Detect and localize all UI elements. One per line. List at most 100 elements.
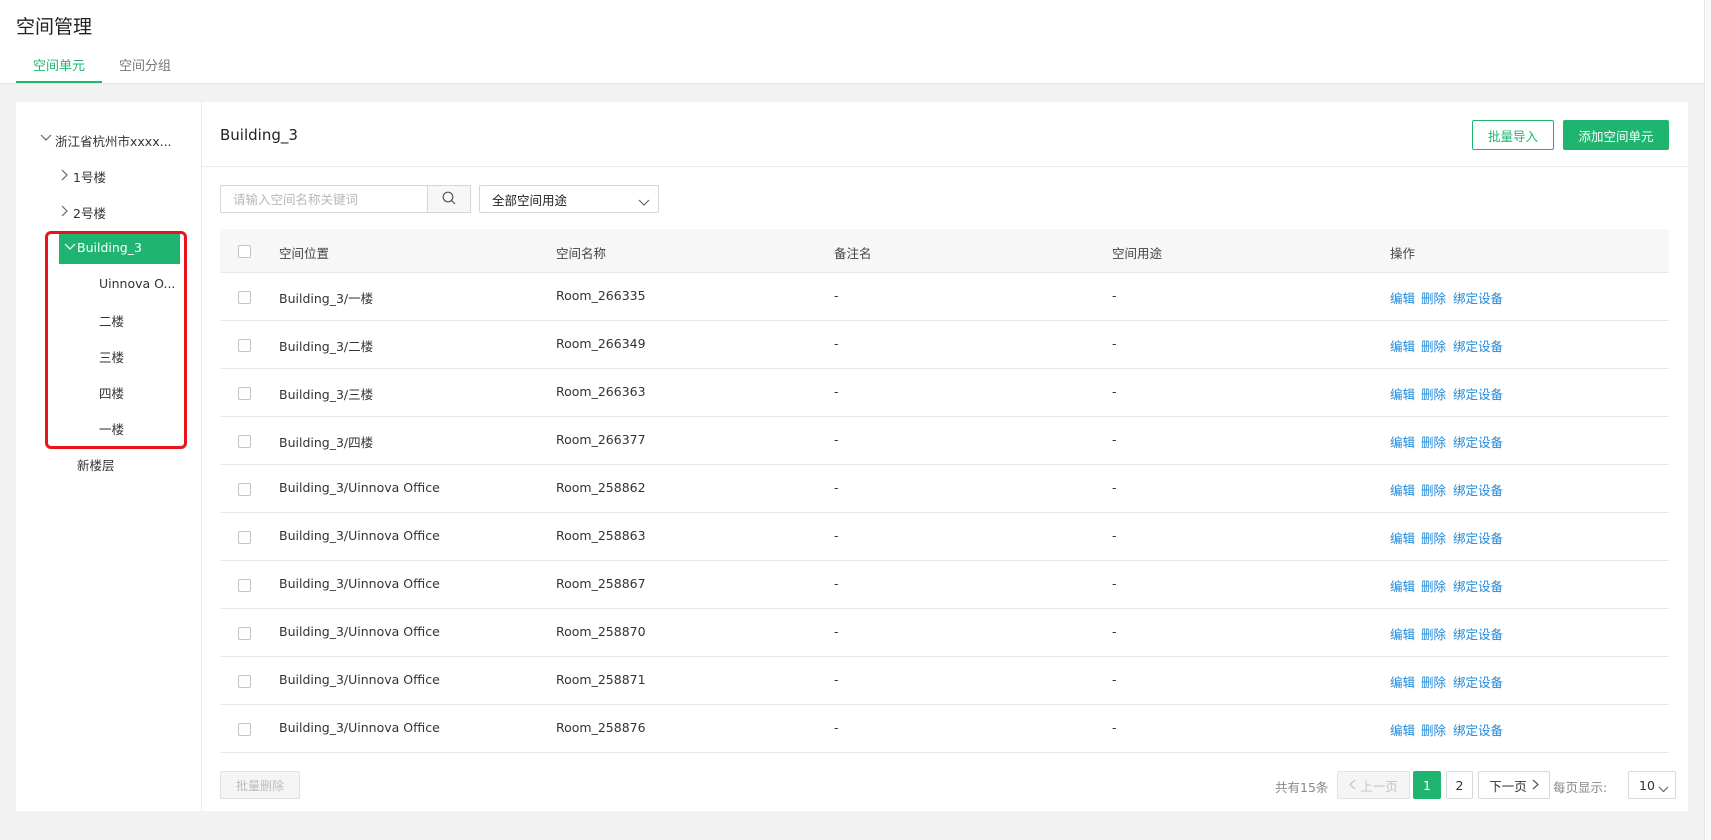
next-page-button[interactable]: 下一页 xyxy=(1478,771,1550,799)
row-checkbox[interactable] xyxy=(238,435,251,448)
cell-name: Room_258867 xyxy=(556,576,646,591)
chevron-down-icon xyxy=(64,243,76,252)
bind-device-link[interactable]: 绑定设备 xyxy=(1453,672,1503,691)
edit-link[interactable]: 编辑 xyxy=(1390,432,1415,451)
content-title: Building_3 xyxy=(220,126,298,144)
edit-link[interactable]: 编辑 xyxy=(1390,528,1415,547)
column-header: 空间用途 xyxy=(1112,246,1163,261)
tree-node-building-1[interactable]: 1号楼 xyxy=(61,167,106,186)
edit-link[interactable]: 编辑 xyxy=(1390,672,1415,691)
table-row: Building_3/Uinnova Office Room_258871 - … xyxy=(220,657,1669,705)
delete-link[interactable]: 删除 xyxy=(1421,672,1446,691)
bind-device-link[interactable]: 绑定设备 xyxy=(1453,432,1503,451)
tree-node-label: 2号楼 xyxy=(73,206,106,221)
delete-link[interactable]: 删除 xyxy=(1421,432,1446,451)
edit-link[interactable]: 编辑 xyxy=(1390,384,1415,403)
prev-page-button[interactable]: 上一页 xyxy=(1337,771,1410,799)
delete-link[interactable]: 删除 xyxy=(1421,480,1446,499)
search-input[interactable] xyxy=(220,185,428,213)
cell-location: Building_3/Uinnova Office xyxy=(279,624,440,639)
cell-remark: - xyxy=(834,624,839,639)
delete-link[interactable]: 删除 xyxy=(1421,384,1446,403)
delete-link[interactable]: 删除 xyxy=(1421,624,1446,643)
bind-device-link[interactable]: 绑定设备 xyxy=(1453,384,1503,403)
tab-label: 空间分组 xyxy=(118,59,171,74)
edit-link[interactable]: 编辑 xyxy=(1390,288,1415,307)
select-all-checkbox[interactable] xyxy=(238,245,251,258)
tree-node-label: 1号楼 xyxy=(73,170,106,185)
delete-link[interactable]: 删除 xyxy=(1421,720,1446,739)
cell-location: Building_3/一楼 xyxy=(279,291,374,306)
bind-device-link[interactable]: 绑定设备 xyxy=(1453,336,1503,355)
chevron-right-icon xyxy=(1532,778,1539,793)
delete-link[interactable]: 删除 xyxy=(1421,528,1446,547)
table-row: Building_3/Uinnova Office Room_258870 - … xyxy=(220,609,1669,657)
column-header: 备注名 xyxy=(834,246,872,261)
row-checkbox[interactable] xyxy=(238,291,251,304)
tree-child-floor-1[interactable]: 一楼 xyxy=(99,419,124,438)
page-scrollbar[interactable] xyxy=(1704,0,1711,840)
tab-space-group[interactable]: 空间分组 xyxy=(112,55,178,83)
tree-child-uinnova[interactable]: Uinnova O... xyxy=(99,276,175,291)
batch-delete-button[interactable]: 批量删除 xyxy=(220,771,300,799)
cell-location: Building_3/二楼 xyxy=(279,339,374,354)
total-count: 共有15条 xyxy=(1275,780,1329,795)
bind-device-link[interactable]: 绑定设备 xyxy=(1453,528,1503,547)
add-space-unit-button[interactable]: 添加空间单元 xyxy=(1563,120,1669,150)
tab-space-unit[interactable]: 空间单元 xyxy=(16,55,102,83)
bind-device-link[interactable]: 绑定设备 xyxy=(1453,576,1503,595)
bind-device-link[interactable]: 绑定设备 xyxy=(1453,624,1503,643)
row-checkbox[interactable] xyxy=(238,531,251,544)
cell-location: Building_3/Uinnova Office xyxy=(279,480,440,495)
edit-link[interactable]: 编辑 xyxy=(1390,336,1415,355)
page-1-button[interactable]: 1 xyxy=(1413,771,1441,799)
chevron-right-icon xyxy=(61,205,70,217)
cell-usage: - xyxy=(1112,432,1117,447)
delete-link[interactable]: 删除 xyxy=(1421,288,1446,307)
tree-node-building-2[interactable]: 2号楼 xyxy=(61,203,106,222)
edit-link[interactable]: 编辑 xyxy=(1390,576,1415,595)
bind-device-link[interactable]: 绑定设备 xyxy=(1453,480,1503,499)
chevron-right-icon xyxy=(61,169,70,181)
edit-link[interactable]: 编辑 xyxy=(1390,480,1415,499)
page-2-button[interactable]: 2 xyxy=(1446,771,1473,799)
tree-node-building-3[interactable]: Building_3 xyxy=(59,231,180,264)
search-button[interactable] xyxy=(427,185,471,213)
tree-child-floor-2[interactable]: 二楼 xyxy=(99,311,124,330)
cell-location: Building_3/Uinnova Office xyxy=(279,720,440,735)
cell-name: Room_266363 xyxy=(556,384,646,399)
cell-location: Building_3/Uinnova Office xyxy=(279,672,440,687)
edit-link[interactable]: 编辑 xyxy=(1390,624,1415,643)
row-checkbox[interactable] xyxy=(238,627,251,640)
row-checkbox[interactable] xyxy=(238,723,251,736)
delete-link[interactable]: 删除 xyxy=(1421,336,1446,355)
delete-link[interactable]: 删除 xyxy=(1421,576,1446,595)
cell-remark: - xyxy=(834,576,839,591)
column-header: 空间名称 xyxy=(556,246,607,261)
cell-usage: - xyxy=(1112,528,1117,543)
bind-device-link[interactable]: 绑定设备 xyxy=(1453,720,1503,739)
usage-filter-select[interactable]: 全部空间用途 xyxy=(479,185,659,213)
tree-child-floor-4[interactable]: 四楼 xyxy=(99,383,124,402)
tree-node-new-floor[interactable]: 新楼层 xyxy=(77,455,115,474)
row-checkbox[interactable] xyxy=(238,579,251,592)
row-checkbox[interactable] xyxy=(238,483,251,496)
tree-node-label: Building_3 xyxy=(77,240,142,255)
page-size-select[interactable]: 10 xyxy=(1628,771,1676,799)
cell-remark: - xyxy=(834,384,839,399)
cell-remark: - xyxy=(834,432,839,447)
edit-link[interactable]: 编辑 xyxy=(1390,720,1415,739)
search-icon xyxy=(442,191,456,208)
cell-name: Room_258871 xyxy=(556,672,646,687)
batch-import-button[interactable]: 批量导入 xyxy=(1472,120,1554,150)
tree-root[interactable]: 浙江省杭州市xxxx... xyxy=(40,131,172,150)
next-page-label: 下一页 xyxy=(1489,778,1527,794)
tree-child-floor-3[interactable]: 三楼 xyxy=(99,347,124,366)
row-checkbox[interactable] xyxy=(238,387,251,400)
bind-device-link[interactable]: 绑定设备 xyxy=(1453,288,1503,307)
tree-node-label: 一楼 xyxy=(99,422,125,437)
cell-name: Room_258876 xyxy=(556,720,646,735)
main-panel: 浙江省杭州市xxxx... 1号楼 2号楼 Building_3 Uinnova… xyxy=(16,102,1688,811)
row-checkbox[interactable] xyxy=(238,339,251,352)
row-checkbox[interactable] xyxy=(238,675,251,688)
